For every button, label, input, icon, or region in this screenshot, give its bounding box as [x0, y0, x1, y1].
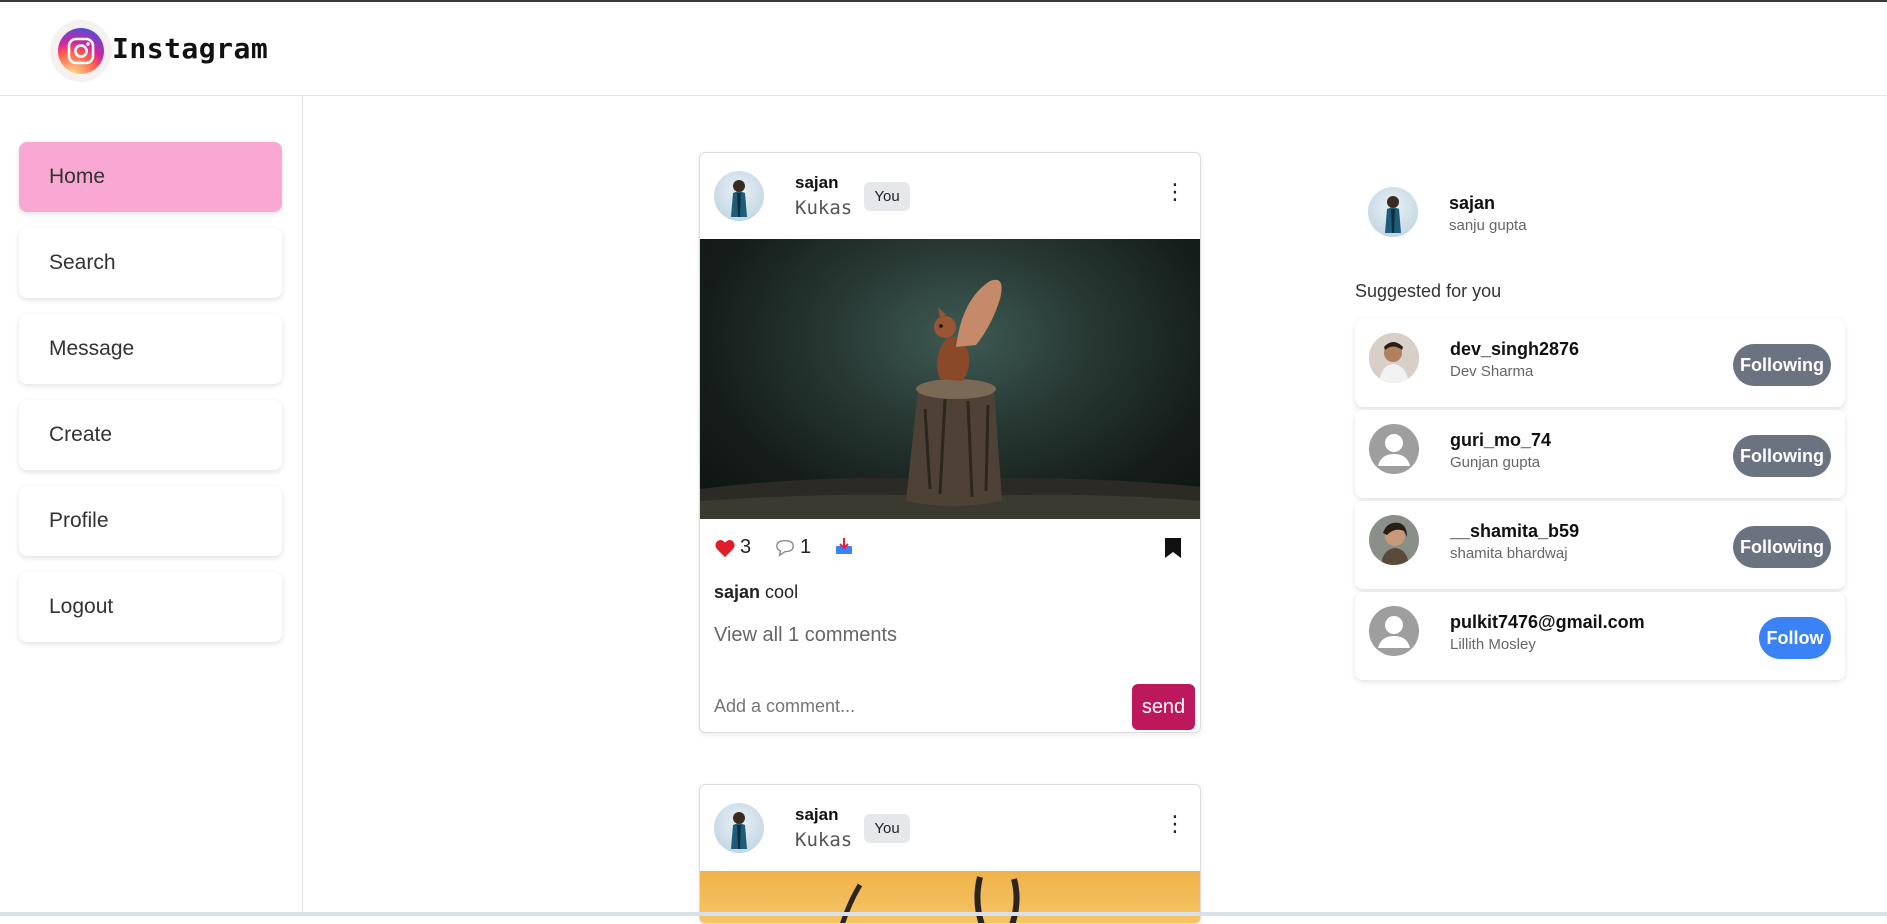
like-count: 3: [740, 536, 752, 558]
suggestion-name: Lillith Mosley: [1450, 636, 1536, 653]
post-image[interactable]: [700, 871, 1200, 923]
following-button[interactable]: Following: [1733, 435, 1831, 477]
post-actions: 3 1: [700, 519, 1200, 581]
default-user-icon[interactable]: [1369, 606, 1419, 656]
sidebar-item-home[interactable]: Home: [19, 142, 282, 212]
suggestion-username[interactable]: dev_singh2876: [1450, 339, 1579, 360]
suggestion-username[interactable]: __shamita_b59: [1450, 521, 1579, 542]
comment-count: 1: [800, 536, 812, 558]
comment-input[interactable]: [714, 696, 1094, 717]
follow-button[interactable]: Follow: [1759, 617, 1831, 659]
sidebar-item-message[interactable]: Message: [19, 314, 282, 384]
logo[interactable]: [50, 20, 112, 82]
avatar[interactable]: [1369, 515, 1419, 565]
avatar[interactable]: [1368, 187, 1418, 237]
app-title: Instagram: [112, 32, 269, 65]
heart-icon: [715, 539, 735, 557]
bookmark-icon[interactable]: [1164, 537, 1182, 564]
post-username[interactable]: sajan: [795, 173, 838, 193]
avatar[interactable]: [714, 803, 764, 853]
default-user-icon[interactable]: [1369, 424, 1419, 474]
post-caption: sajan cool: [714, 582, 798, 603]
caption-username[interactable]: sajan: [714, 582, 760, 602]
caption-text: cool: [765, 582, 799, 602]
post-location: Kukas: [795, 829, 853, 851]
view-all-comments-link[interactable]: View all 1 comments: [714, 624, 897, 647]
post-username[interactable]: sajan: [795, 805, 838, 825]
following-button[interactable]: Following: [1733, 344, 1831, 386]
post-card: sajan Kukas You ⋮: [699, 784, 1201, 924]
top-header: Instagram: [0, 2, 1887, 96]
suggestion-name: Dev Sharma: [1450, 363, 1534, 380]
sidebar: Home Search Message Create Profile Logou…: [0, 97, 303, 916]
post-header: sajan Kukas You ⋮: [700, 153, 1200, 239]
suggestion-card: __shamita_b59 shamita bhardwaj Following: [1355, 501, 1845, 589]
sidebar-item-create[interactable]: Create: [19, 400, 282, 470]
suggestion-username[interactable]: pulkit7476@gmail.com: [1450, 612, 1645, 633]
you-badge: You: [864, 814, 910, 843]
suggestion-name: Gunjan gupta: [1450, 454, 1541, 471]
comment-action[interactable]: 1: [774, 536, 811, 559]
send-button[interactable]: send: [1132, 684, 1195, 730]
current-user-username[interactable]: sajan: [1449, 193, 1495, 214]
following-button[interactable]: Following: [1733, 526, 1831, 568]
suggestion-name: shamita bhardwaj: [1450, 545, 1568, 562]
suggestion-card: pulkit7476@gmail.com Lillith Mosley Foll…: [1355, 592, 1845, 680]
suggestion-card: guri_mo_74 Gunjan gupta Following: [1355, 410, 1845, 498]
instagram-logo-icon: [58, 28, 104, 74]
window-bottom-border: [0, 912, 1887, 916]
you-badge: You: [864, 182, 910, 211]
suggestion-username[interactable]: guri_mo_74: [1450, 430, 1551, 451]
avatar[interactable]: [1369, 333, 1419, 383]
like-action[interactable]: 3: [714, 536, 751, 559]
more-vertical-icon[interactable]: ⋮: [1164, 813, 1186, 835]
more-vertical-icon[interactable]: ⋮: [1164, 181, 1186, 203]
post-location: Kukas: [795, 197, 853, 219]
comment-icon: [776, 539, 794, 557]
suggestion-card: dev_singh2876 Dev Sharma Following: [1355, 319, 1845, 407]
current-user-name: sanju gupta: [1449, 217, 1527, 234]
share-icon[interactable]: [834, 536, 854, 556]
post-header: sajan Kukas You ⋮: [700, 785, 1200, 871]
suggested-title: Suggested for you: [1355, 281, 1502, 301]
sidebar-item-search[interactable]: Search: [19, 228, 282, 298]
avatar[interactable]: [714, 171, 764, 221]
sidebar-item-profile[interactable]: Profile: [19, 486, 282, 556]
sidebar-item-logout[interactable]: Logout: [19, 572, 282, 642]
post-card: sajan Kukas You ⋮ 3 1 sajan cool View al…: [699, 152, 1201, 733]
post-image[interactable]: [700, 239, 1200, 519]
